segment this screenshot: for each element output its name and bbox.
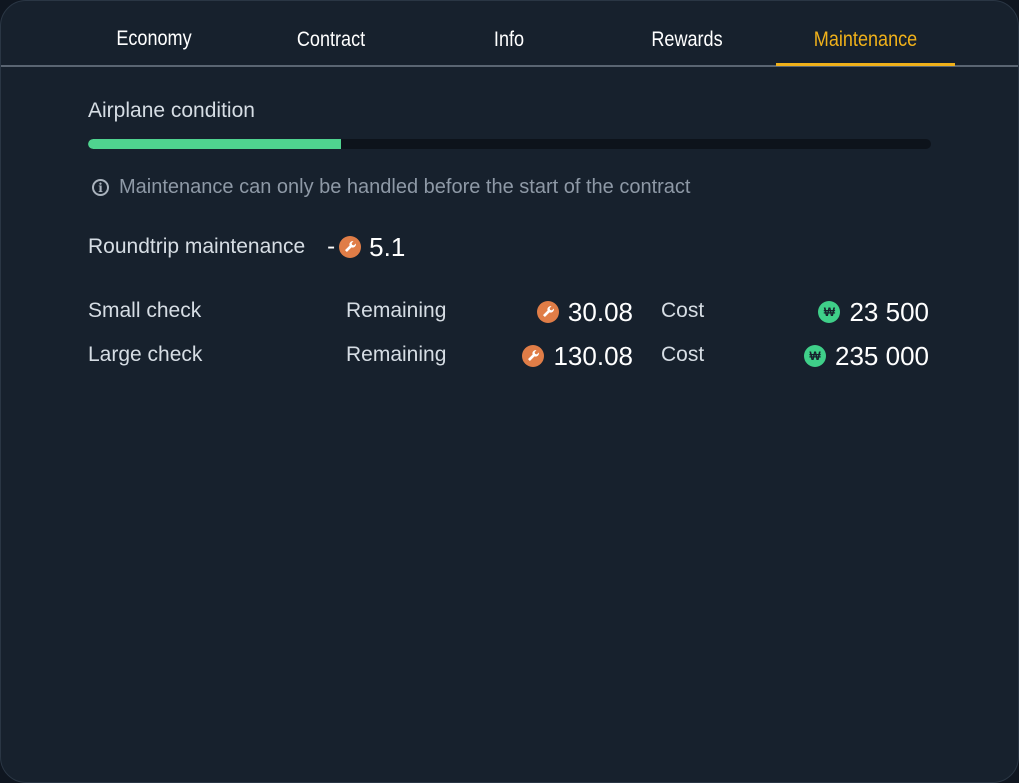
tab-maintenance[interactable]: Maintenance — [789, 1, 943, 65]
small-check-remaining: 30.08 — [536, 296, 633, 327]
maintenance-info-text: Maintenance can only be handled before t… — [119, 176, 691, 198]
tab-economy[interactable]: Economy — [98, 1, 210, 65]
roundtrip-maintenance-row: Roundtrip maintenance - 5.1 — [88, 232, 405, 262]
wrench-icon — [536, 301, 559, 323]
wrench-icon — [339, 236, 362, 258]
small-check-cost: ₩ 23 500 — [818, 297, 929, 327]
tab-info[interactable]: Info — [453, 1, 565, 65]
wrench-icon — [522, 345, 545, 367]
coin-icon: ₩ — [818, 301, 841, 323]
small-check-cost-value: 23 500 — [849, 296, 929, 327]
large-check-remaining: 130.08 — [522, 341, 633, 371]
large-check-cost-label: Cost — [661, 343, 705, 366]
active-tab-indicator — [776, 63, 955, 66]
tab-rewards[interactable]: Rewards — [631, 1, 743, 65]
large-check-cost-value: 235 000 — [835, 340, 929, 371]
roundtrip-sign: - — [327, 233, 336, 260]
small-check-label: Small check — [88, 299, 202, 322]
roundtrip-maintenance-label: Roundtrip maintenance — [88, 235, 306, 258]
airplane-condition-bar — [88, 139, 931, 149]
info-icon: i — [92, 179, 109, 196]
tab-contract[interactable]: Contract — [275, 1, 387, 65]
large-check-cost: ₩ 235 000 — [804, 341, 929, 371]
maintenance-panel: Economy Contract Info Rewards Maintenanc… — [0, 0, 1019, 783]
coin-icon: ₩ — [804, 345, 827, 367]
maintenance-info-note: i Maintenance can only be handled before… — [92, 176, 690, 199]
tab-bar: Economy Contract Info Rewards Maintenanc… — [1, 1, 1018, 67]
small-check-remaining-label: Remaining — [346, 299, 447, 322]
small-check-remaining-value: 30.08 — [567, 296, 633, 327]
airplane-condition-label: Airplane condition — [88, 99, 255, 122]
large-check-remaining-label: Remaining — [346, 343, 447, 366]
airplane-condition-fill — [88, 139, 341, 149]
large-check-label: Large check — [88, 343, 203, 366]
large-check-remaining-value: 130.08 — [553, 340, 633, 371]
roundtrip-maintenance-value: 5.1 — [369, 231, 406, 262]
small-check-cost-label: Cost — [661, 299, 705, 322]
